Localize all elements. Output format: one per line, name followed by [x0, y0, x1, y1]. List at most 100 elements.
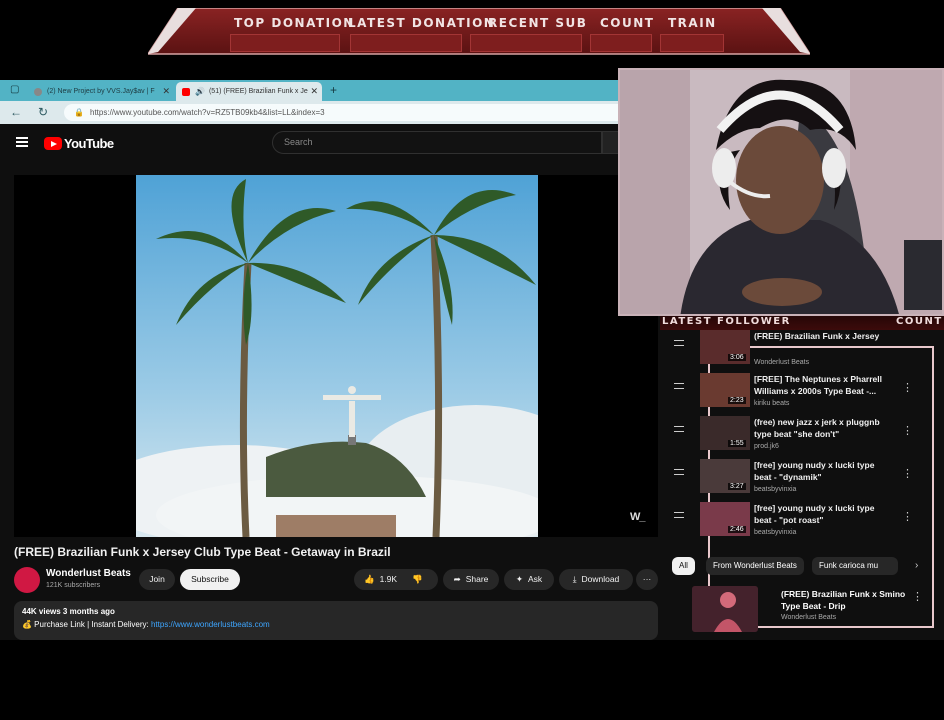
url-text: https://www.youtube.com/watch?v=RZ5TB09k… — [90, 108, 325, 117]
playlist-item-title: [free] young nudy x lucki type beat - "p… — [754, 503, 875, 525]
speaker-icon[interactable]: 🔊 — [195, 87, 205, 96]
channel-watermark[interactable]: W_ — [630, 511, 645, 523]
playlist-item[interactable]: 1:55 (free) new jazz x jerk x pluggnb ty… — [674, 416, 924, 458]
tab-label: (2) New Project by VVS.Jay$av | F — [47, 88, 155, 95]
ask-label: Ask — [527, 574, 543, 584]
playlist-item-channel: beatsbyvinxia — [754, 529, 797, 536]
stream-overlay-banner: TOP DONATION LATEST DONATION RECENT SUB … — [148, 8, 810, 56]
dislike-icon[interactable]: 👎 — [412, 569, 423, 590]
recommended-channel: Wonderlust Beats — [781, 614, 837, 621]
duration-badge: 3:06 — [728, 354, 746, 361]
subscribe-button[interactable]: Subscribe — [180, 569, 240, 590]
banner-train: TRAIN — [668, 16, 717, 30]
back-icon[interactable]: ← — [10, 105, 22, 119]
lock-icon: 🔒 — [74, 108, 84, 117]
playlist-panel: LATEST FOLLOWER COUNT 3:06 (FREE) Brazil… — [660, 316, 944, 640]
address-bar-row: ← ↻ 🔒 https://www.youtube.com/watch?v=RZ… — [0, 101, 660, 124]
new-tab-button[interactable]: + — [330, 83, 337, 97]
drag-handle-icon[interactable] — [674, 512, 684, 518]
youtube-wordmark[interactable]: YouTube — [64, 136, 114, 151]
playlist-item[interactable]: 2:46 [free] young nudy x lucki type beat… — [674, 502, 924, 544]
more-options-icon[interactable]: ⋮ — [902, 424, 913, 437]
playlist-item-channel: beatsbyvinxia — [754, 486, 797, 493]
playlist-item-channel: Wonderlust Beats — [754, 359, 810, 366]
sparkle-icon: ✦ — [515, 574, 523, 584]
view-count-date: 44K views 3 months ago — [22, 607, 115, 616]
like-icon[interactable]: 👍 — [364, 574, 375, 584]
more-options-icon[interactable]: ⋮ — [902, 510, 913, 523]
share-button[interactable]: ➦ Share — [443, 569, 499, 590]
share-label: Share — [465, 574, 489, 584]
like-count[interactable]: 1.9K — [380, 574, 398, 584]
description-box[interactable]: 44K views 3 months ago 💰 Purchase Link |… — [14, 601, 658, 640]
share-icon: ➦ — [453, 574, 461, 584]
playlist-item[interactable]: 3:06 (FREE) Brazilian Funk x Jersey Wond… — [674, 330, 924, 372]
video-frame — [136, 175, 538, 537]
playlist-item[interactable]: 3:27 [free] young nudy x lucki type beat… — [674, 459, 924, 501]
playlist-item-title: (free) new jazz x jerk x pluggnb type be… — [754, 417, 880, 439]
overlay-frame-line — [932, 346, 934, 628]
duration-badge: 3:27 — [728, 483, 746, 490]
join-button[interactable]: Join — [139, 569, 175, 590]
channel-name[interactable]: Wonderlust Beats — [46, 568, 131, 579]
duration-badge: 2:23 — [728, 397, 746, 404]
drag-handle-icon[interactable] — [674, 383, 684, 389]
chip-from-channel[interactable]: From Wonderlust Beats — [706, 557, 804, 575]
duration-badge: 1:55 — [728, 440, 746, 447]
recent-sub-slot — [470, 34, 582, 52]
video-title: (FREE) Brazilian Funk x Jersey Club Type… — [14, 545, 391, 559]
close-tab-icon[interactable]: ✕ — [162, 86, 170, 97]
purchase-link[interactable]: https://www.wonderlustbeats.com — [151, 620, 270, 629]
banner-recent-sub: RECENT SUB — [488, 16, 588, 30]
search-input[interactable]: Search — [272, 131, 602, 154]
latest-follower-label: LATEST FOLLOWER — [662, 316, 791, 327]
description-line: 💰 Purchase Link | Instant Delivery: http… — [22, 620, 270, 629]
playlist-item-title: [free] young nudy x lucki type beat - "d… — [754, 460, 875, 482]
streamer-webcam-image — [620, 70, 942, 314]
chevron-right-icon[interactable]: › — [915, 560, 918, 571]
follower-overlay-strip: LATEST FOLLOWER COUNT — [660, 316, 944, 330]
more-options-icon[interactable]: ⋮ — [902, 467, 913, 480]
youtube-logo-icon[interactable] — [44, 137, 62, 150]
rio-palm-trees-image — [136, 175, 538, 537]
close-tab-icon[interactable]: ✕ — [310, 86, 318, 97]
latest-donation-slot — [350, 34, 462, 52]
drag-handle-icon[interactable] — [674, 426, 684, 432]
top-donation-slot — [230, 34, 340, 52]
refresh-icon[interactable]: ↻ — [38, 105, 48, 119]
banner-top-donation: TOP DONATION — [234, 16, 355, 30]
like-dislike-group: 👍 1.9K 👎 — [354, 569, 438, 590]
download-button[interactable]: ⤓ Download — [559, 569, 633, 590]
playlist-item-title: [FREE] The Neptunes x Pharrell Williams … — [754, 374, 882, 396]
youtube-header: YouTube Search — [0, 124, 660, 164]
tab-bar: ▢ (2) New Project by VVS.Jay$av | F ✕ 🔊 … — [0, 80, 660, 101]
playlist-item[interactable]: 2:23 [FREE] The Neptunes x Pharrell Will… — [674, 373, 924, 415]
webcam-feed — [618, 68, 944, 316]
video-player[interactable]: W_ — [14, 175, 658, 537]
download-icon: ⤓ — [572, 574, 577, 584]
more-options-icon[interactable]: ⋮ — [912, 590, 923, 603]
recommended-thumbnail[interactable] — [692, 586, 758, 632]
subscriber-count: 121K subscribers — [46, 582, 101, 589]
banner-latest-donation: LATEST DONATION — [348, 16, 496, 30]
chip-all[interactable]: All — [672, 557, 695, 575]
playlist-item-title: (FREE) Brazilian Funk x Jersey — [754, 331, 880, 341]
drag-handle-icon[interactable] — [674, 469, 684, 475]
filter-chips: All From Wonderlust Beats Funk carioca m… — [672, 557, 942, 575]
youtube-favicon — [182, 87, 190, 96]
ask-button[interactable]: ✦ Ask — [504, 569, 554, 590]
tab-actions-icon[interactable]: ▢ — [10, 84, 19, 95]
menu-icon[interactable] — [16, 137, 28, 147]
chip-funk-carioca[interactable]: Funk carioca mu — [812, 557, 898, 575]
tab-favicon — [34, 87, 42, 96]
drag-handle-icon[interactable] — [674, 340, 684, 346]
recommended-title[interactable]: (FREE) Brazilian Funk x Smino Type Beat … — [781, 588, 911, 612]
url-field[interactable]: 🔒 https://www.youtube.com/watch?v=RZ5TB0… — [64, 104, 660, 121]
duration-badge: 2:46 — [728, 526, 746, 533]
count-slot — [590, 34, 652, 52]
tab-new-project[interactable]: (2) New Project by VVS.Jay$av | F ✕ — [28, 82, 174, 101]
tab-youtube[interactable]: 🔊 (51) (FREE) Brazilian Funk x Je ✕ — [176, 82, 322, 101]
channel-avatar[interactable] — [14, 567, 40, 593]
more-options-icon[interactable]: ⋮ — [902, 381, 913, 394]
more-actions-button[interactable]: ··· — [636, 569, 658, 590]
